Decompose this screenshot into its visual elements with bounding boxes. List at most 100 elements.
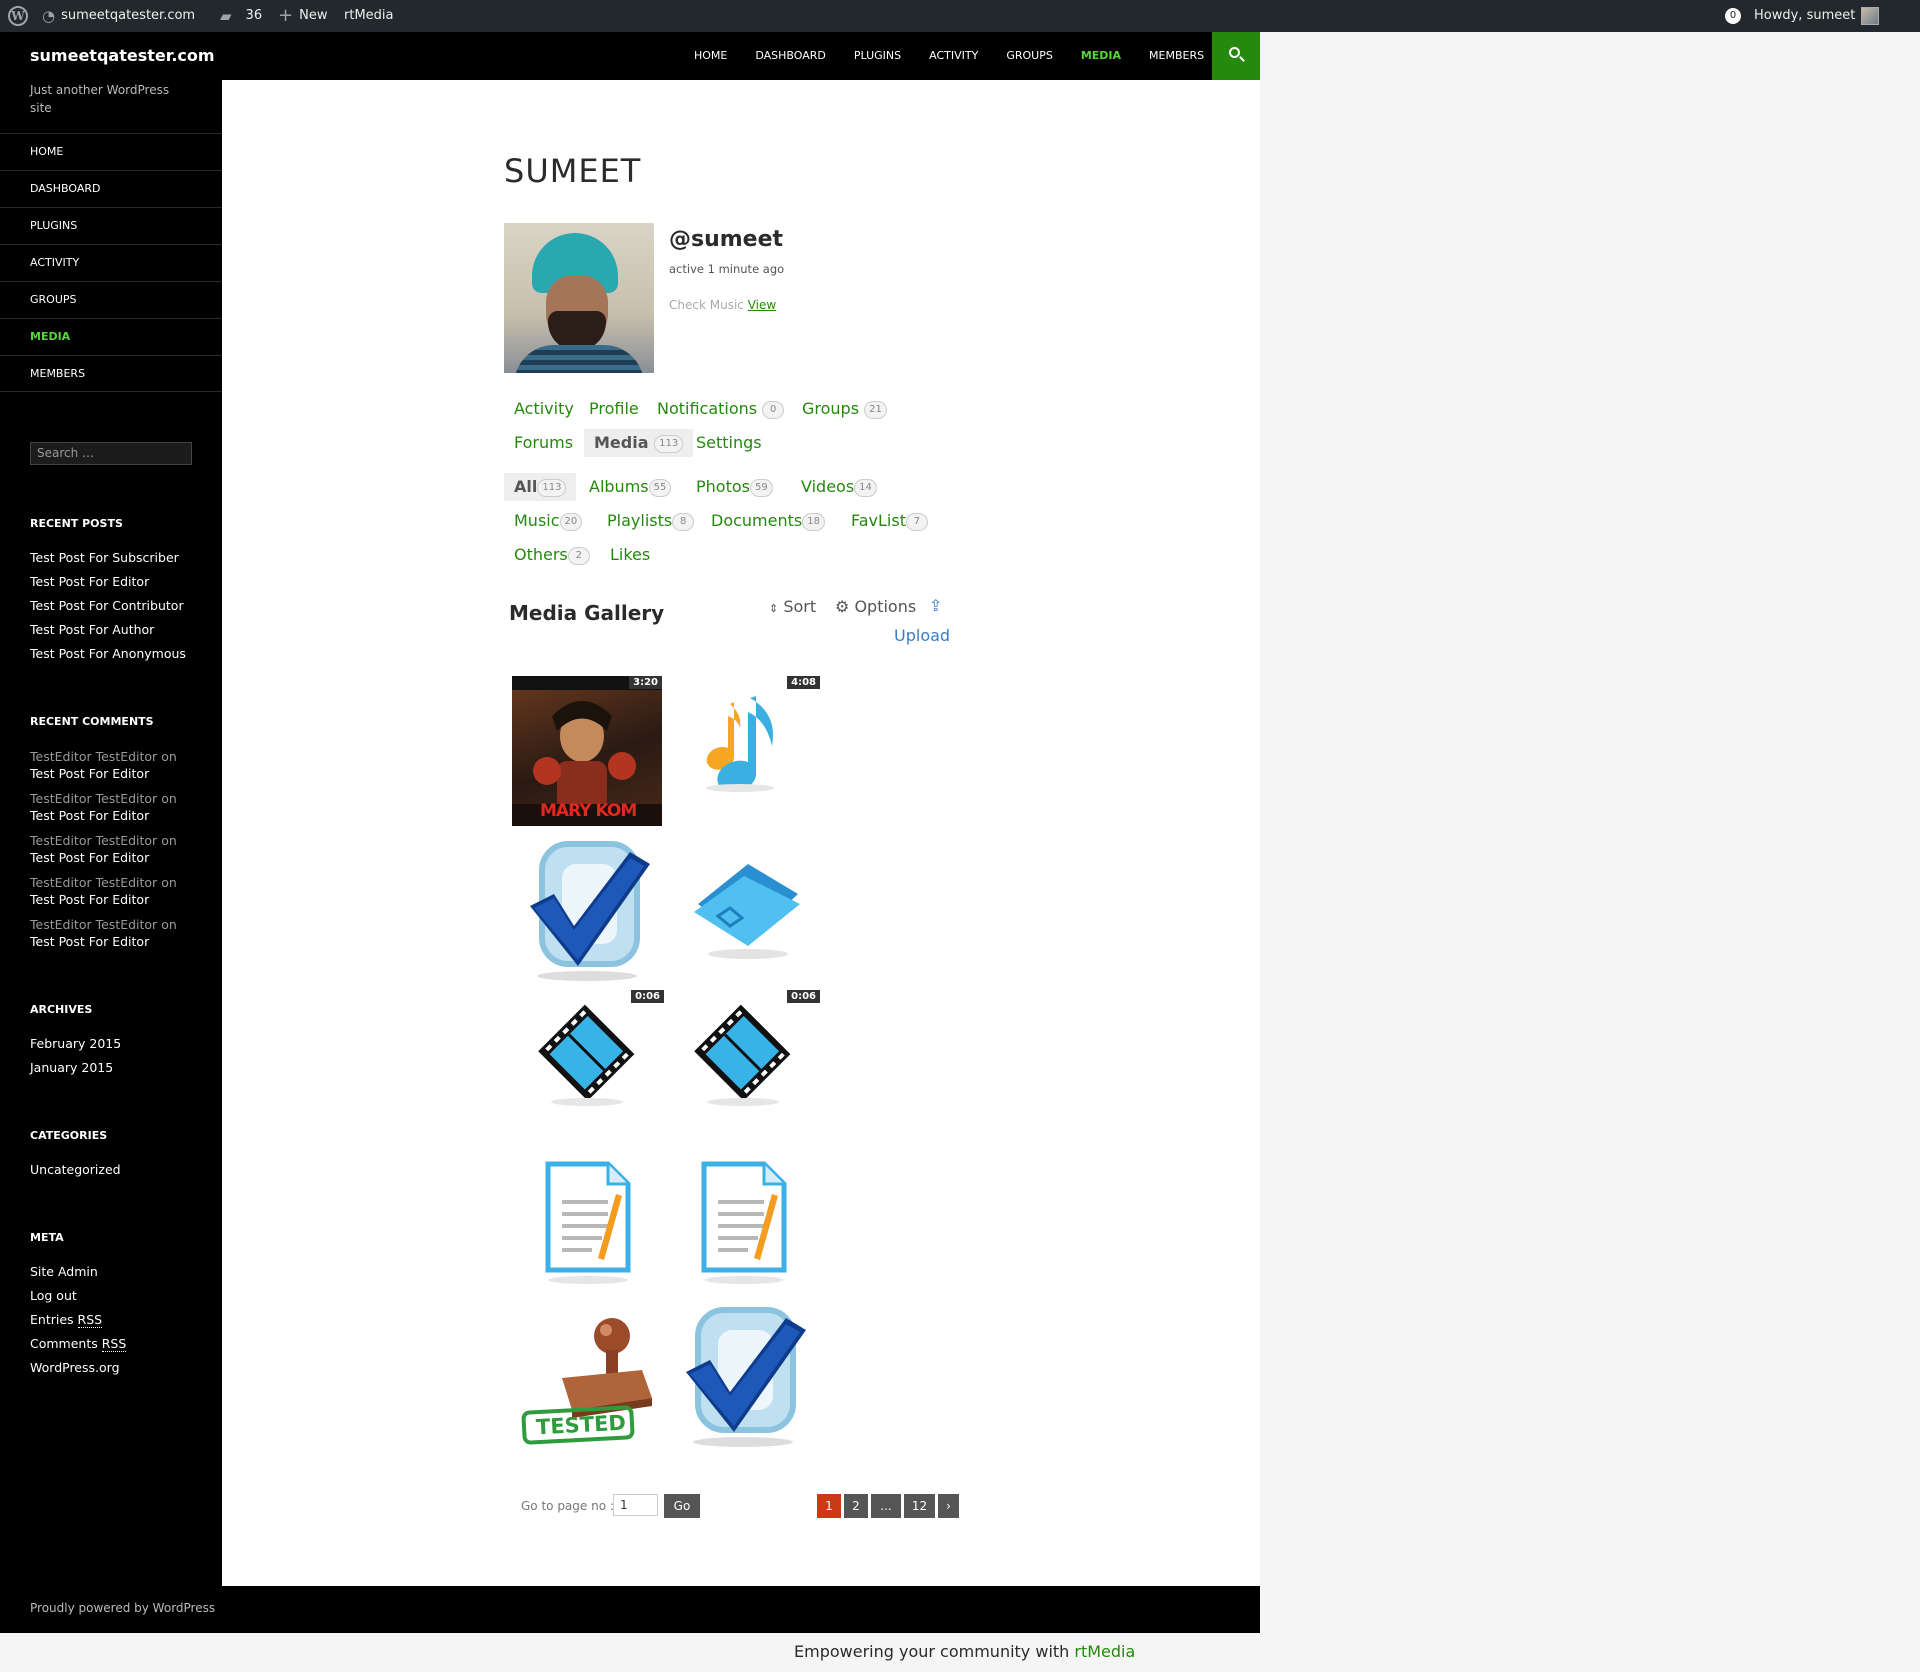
- upload-icon[interactable]: ⇪: [929, 596, 942, 615]
- subtab-others[interactable]: Others 2: [514, 541, 590, 569]
- primary-nav: HOME DASHBOARD PLUGINS ACTIVITY GROUPS M…: [680, 32, 1218, 80]
- rtmedia-brand-link[interactable]: rtMedia: [1074, 1642, 1135, 1661]
- comment-author[interactable]: TestEditor TestEditor: [30, 749, 157, 764]
- subtab-playlists[interactable]: Playlists 8: [607, 507, 695, 535]
- subtab-favlist[interactable]: FavList 7: [851, 507, 928, 535]
- tab-groups[interactable]: Groups 21: [802, 395, 887, 423]
- sidebar-item-home[interactable]: HOME: [0, 133, 222, 170]
- recent-comments-title: RECENT COMMENTS: [30, 715, 154, 728]
- comment-author[interactable]: TestEditor TestEditor: [30, 875, 157, 890]
- tab-forums[interactable]: Forums: [514, 429, 573, 457]
- recent-comment-item: TestEditor TestEditor on Test Post For E…: [30, 916, 177, 950]
- wordpress-org-link[interactable]: WordPress.org: [30, 1356, 126, 1380]
- page-link[interactable]: 12: [904, 1494, 935, 1518]
- tab-activity[interactable]: Activity: [514, 395, 574, 423]
- folder-icon: [694, 864, 800, 959]
- top-nav-home[interactable]: HOME: [680, 32, 741, 80]
- tab-settings[interactable]: Settings: [696, 429, 762, 457]
- site-name-menu[interactable]: ◔ sumeetqatester.com: [42, 0, 195, 32]
- new-content-menu[interactable]: + New: [278, 0, 327, 32]
- comment-post-link[interactable]: Test Post For Editor: [30, 807, 177, 824]
- subtab-all[interactable]: All 113: [504, 473, 577, 501]
- page-number-input[interactable]: 1: [613, 1494, 658, 1516]
- site-description: Just another WordPress site: [30, 83, 170, 115]
- subtab-videos[interactable]: Videos 14: [801, 473, 877, 501]
- tab-profile[interactable]: Profile: [589, 395, 639, 423]
- top-nav-activity[interactable]: ACTIVITY: [915, 32, 992, 80]
- subtab-music[interactable]: Music 20: [514, 507, 583, 535]
- gallery-item-checkmark-image[interactable]: [512, 834, 662, 984]
- category-link[interactable]: Uncategorized: [30, 1158, 121, 1182]
- top-nav-members[interactable]: MEMBERS: [1135, 32, 1218, 80]
- entries-rss-link[interactable]: Entries RSS: [30, 1308, 126, 1332]
- comment-post-link[interactable]: Test Post For Editor: [30, 765, 177, 782]
- next-page-link[interactable]: ›: [938, 1494, 959, 1518]
- subtab-photos[interactable]: Photos 59: [696, 473, 773, 501]
- latest-update-view-link[interactable]: View: [748, 298, 776, 312]
- count-badge: 113: [654, 434, 684, 453]
- top-nav-plugins[interactable]: PLUGINS: [840, 32, 915, 80]
- recent-post-link[interactable]: Test Post For Editor: [30, 570, 186, 594]
- top-nav-dashboard[interactable]: DASHBOARD: [741, 32, 840, 80]
- sidebar-search-input[interactable]: Search …: [30, 442, 192, 465]
- gallery-item-video[interactable]: 0:06: [512, 990, 664, 1140]
- tab-media[interactable]: Media 113: [584, 429, 694, 457]
- my-account-menu[interactable]: Howdy, sumeet: [1754, 0, 1880, 32]
- gallery-item-music[interactable]: 4:08: [668, 676, 820, 826]
- top-nav-groups[interactable]: GROUPS: [992, 32, 1067, 80]
- gallery-item-document[interactable]: [668, 1144, 818, 1294]
- subtab-documents[interactable]: Documents 18: [711, 507, 825, 535]
- dashboard-gauge-icon: ◔: [42, 7, 56, 25]
- site-admin-link[interactable]: Site Admin: [30, 1260, 126, 1284]
- comment-author[interactable]: TestEditor TestEditor: [30, 833, 157, 848]
- sidebar-item-members[interactable]: MEMBERS: [0, 355, 222, 392]
- comment-post-link[interactable]: Test Post For Editor: [30, 891, 177, 908]
- gallery-item-tested-stamp[interactable]: TESTED: [512, 1300, 662, 1450]
- recent-post-link[interactable]: Test Post For Subscriber: [30, 546, 186, 570]
- categories-list: Uncategorized: [30, 1158, 121, 1182]
- gallery-item-movie-poster[interactable]: MARY KOM 3:20: [512, 676, 662, 826]
- gallery-item-checkmark-image[interactable]: [668, 1300, 818, 1450]
- subtab-albums[interactable]: Albums 55: [589, 473, 672, 501]
- comment-post-link[interactable]: Test Post For Editor: [30, 849, 177, 866]
- archive-link[interactable]: January 2015: [30, 1056, 121, 1080]
- log-out-link[interactable]: Log out: [30, 1284, 126, 1308]
- sidebar-item-groups[interactable]: GROUPS: [0, 281, 222, 318]
- sidebar-item-plugins[interactable]: PLUGINS: [0, 207, 222, 244]
- page-link[interactable]: 2: [844, 1494, 868, 1518]
- upload-button[interactable]: Upload: [894, 626, 950, 645]
- tab-notifications[interactable]: Notifications 0: [657, 395, 785, 423]
- gallery-item-document[interactable]: [512, 1144, 662, 1294]
- go-button[interactable]: Go: [664, 1494, 700, 1518]
- site-title[interactable]: sumeetqatester.com: [30, 46, 215, 65]
- sidebar-item-activity[interactable]: ACTIVITY: [0, 244, 222, 281]
- comment-author[interactable]: TestEditor TestEditor: [30, 791, 157, 806]
- rtmedia-menu[interactable]: rtMedia: [344, 0, 394, 32]
- top-nav-media[interactable]: MEDIA: [1067, 32, 1135, 80]
- gallery-item-album-folder[interactable]: [668, 834, 818, 984]
- recent-post-link[interactable]: Test Post For Contributor: [30, 594, 186, 618]
- sidebar-item-media[interactable]: MEDIA: [0, 318, 222, 355]
- comment-author[interactable]: TestEditor TestEditor: [30, 917, 157, 932]
- options-button[interactable]: ⚙ Options: [835, 597, 916, 616]
- page-link-current[interactable]: 1: [817, 1494, 841, 1518]
- admin-bar: W ◔ sumeetqatester.com ▰ 36 + New rtMedi…: [0, 0, 1920, 32]
- count-badge: 113: [537, 478, 567, 497]
- recent-post-link[interactable]: Test Post For Anonymous: [30, 642, 186, 666]
- profile-avatar[interactable]: [504, 223, 654, 373]
- gallery-item-video[interactable]: 0:06: [668, 990, 820, 1140]
- search-toggle-button[interactable]: [1212, 32, 1260, 80]
- notifications-menu[interactable]: 0: [1725, 0, 1741, 32]
- powered-by-link[interactable]: Proudly powered by WordPress: [30, 1601, 215, 1615]
- comment-post-link[interactable]: Test Post For Editor: [30, 933, 177, 950]
- archive-link[interactable]: February 2015: [30, 1032, 121, 1056]
- count-badge: 55: [648, 478, 672, 497]
- sidebar-item-dashboard[interactable]: DASHBOARD: [0, 170, 222, 207]
- recent-post-link[interactable]: Test Post For Author: [30, 618, 186, 642]
- wp-logo-menu[interactable]: W: [8, 0, 28, 32]
- sort-button[interactable]: ⇕ Sort: [769, 597, 816, 616]
- tab-label: Videos: [801, 477, 855, 496]
- comments-rss-link[interactable]: Comments RSS: [30, 1332, 127, 1356]
- subtab-likes[interactable]: Likes: [610, 541, 650, 569]
- comments-menu[interactable]: ▰ 36: [220, 0, 262, 32]
